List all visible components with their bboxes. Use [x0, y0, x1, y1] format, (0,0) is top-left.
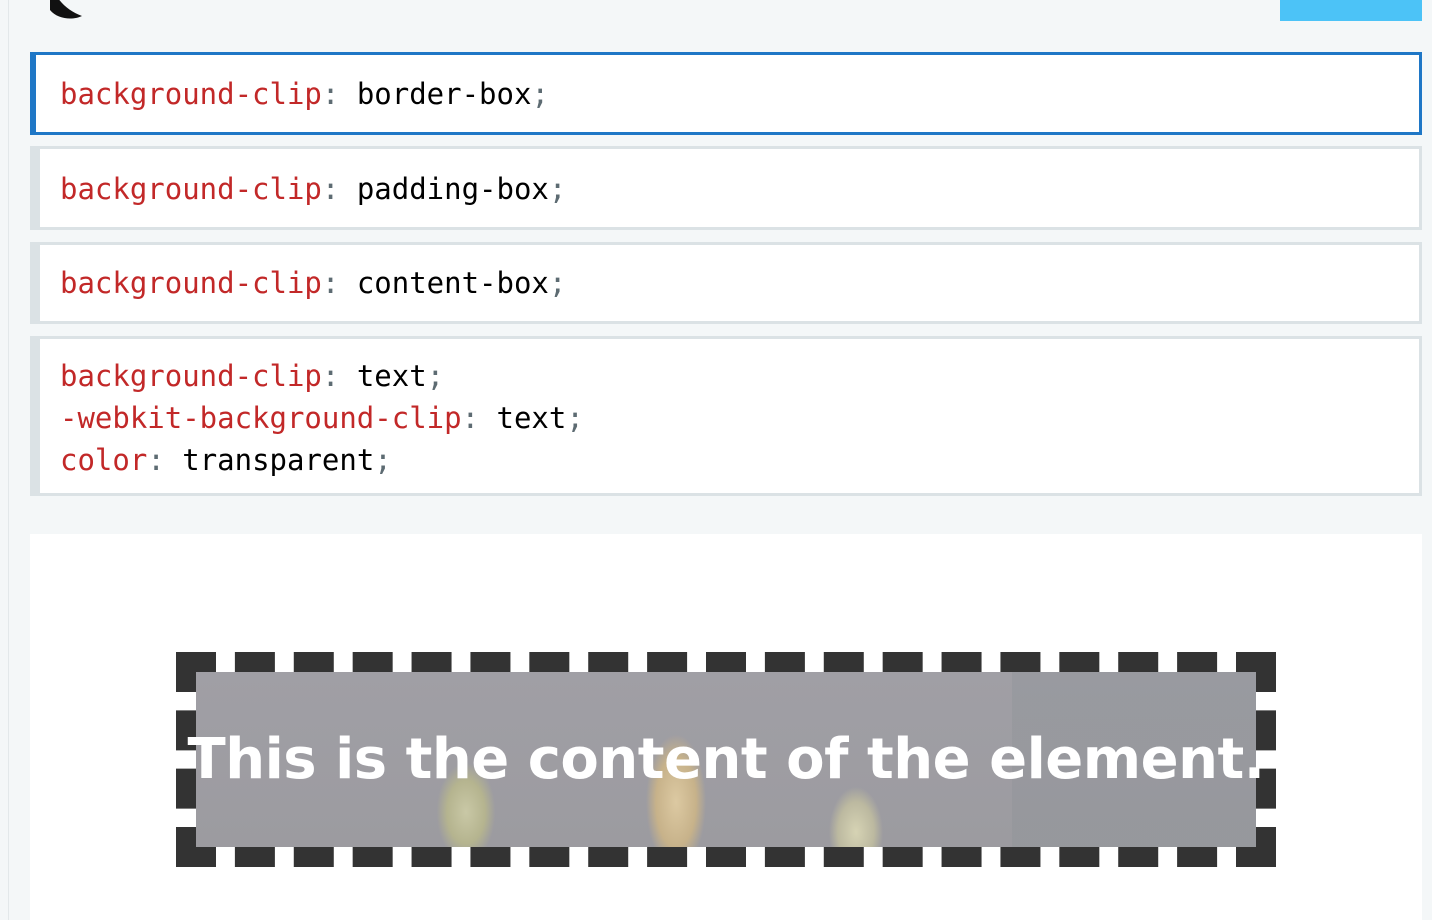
css-value: text — [496, 401, 567, 435]
semicolon: ; — [566, 401, 584, 435]
option-content-box[interactable]: background-clip: content-box; — [30, 242, 1422, 324]
css-value: transparent — [182, 443, 375, 477]
code-block: background-clip: text; -webkit-backgroun… — [60, 355, 584, 481]
option-padding-box[interactable]: background-clip: padding-box; — [30, 146, 1422, 230]
colon: : — [461, 401, 497, 435]
semicolon: ; — [548, 172, 567, 206]
colon: : — [321, 77, 357, 111]
semicolon: ; — [531, 77, 549, 111]
css-value: padding-box — [356, 172, 549, 206]
colon: : — [321, 172, 357, 206]
css-value: content-box — [356, 266, 549, 300]
colon: : — [321, 266, 357, 300]
demo-element-text: This is the content of the element. — [187, 727, 1266, 792]
left-divider — [8, 0, 9, 920]
page: background-clip: border-box; background-… — [0, 0, 1432, 920]
colon: : — [147, 443, 183, 477]
colon: : — [321, 359, 357, 393]
css-property: -webkit-background-clip — [60, 401, 462, 435]
option-border-box[interactable]: background-clip: border-box; — [30, 52, 1422, 135]
demo-element: This is the content of the element. — [176, 652, 1276, 867]
top-action-button[interactable] — [1280, 0, 1422, 21]
css-value: text — [356, 359, 427, 393]
css-property: background-clip — [60, 172, 322, 206]
semicolon: ; — [548, 266, 567, 300]
logo-icon — [50, 0, 82, 19]
option-text[interactable]: background-clip: text; -webkit-backgroun… — [30, 336, 1422, 496]
code-block: background-clip: content-box; — [60, 262, 566, 304]
code-block: background-clip: padding-box; — [60, 168, 566, 210]
css-property: color — [60, 443, 148, 477]
css-value: border-box — [356, 77, 532, 111]
code-block: background-clip: border-box; — [60, 73, 549, 115]
semicolon: ; — [374, 443, 392, 477]
css-property: background-clip — [60, 359, 322, 393]
semicolon: ; — [426, 359, 445, 393]
css-property: background-clip — [60, 77, 322, 111]
output-panel: This is the content of the element. — [30, 534, 1422, 920]
css-property: background-clip — [60, 266, 322, 300]
